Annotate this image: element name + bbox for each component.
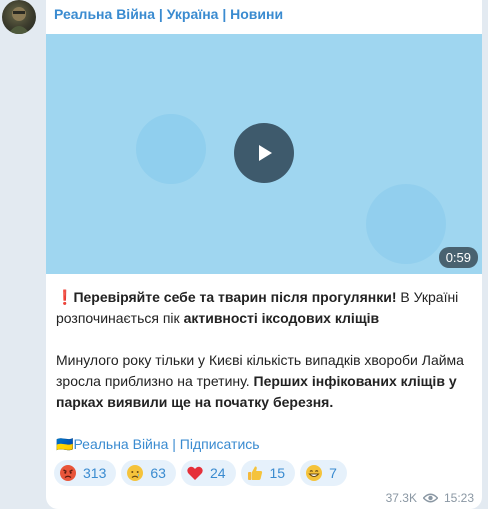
reaction-grinning[interactable]: 7 <box>300 460 347 486</box>
post-headline: Перевіряйте себе та тварин після прогуля… <box>73 289 397 305</box>
post-paragraph-1: ❗Перевіряйте себе та тварин після прогул… <box>56 287 476 329</box>
reaction-thumbs-up[interactable]: 15 <box>240 460 296 486</box>
grinning-face-icon <box>306 465 323 481</box>
subscribe-link[interactable]: Реальна Війна | Підписатись <box>73 436 259 452</box>
reaction-count: 15 <box>269 465 286 481</box>
reaction-crying[interactable]: 63 <box>121 460 176 486</box>
reaction-count: 313 <box>83 465 107 481</box>
thumbs-up-icon <box>247 466 262 480</box>
play-icon <box>259 145 272 161</box>
video-background-shape <box>366 184 446 264</box>
reaction-count: 63 <box>150 465 166 481</box>
video-player[interactable]: 0:59 <box>46 34 482 274</box>
message-time: 15:23 <box>443 491 474 505</box>
post-bold-span: активності іксодових кліщів <box>183 310 380 326</box>
channel-avatar[interactable] <box>2 0 36 34</box>
soldier-avatar-icon <box>8 7 30 34</box>
message-bubble: Реальна Війна | Україна | Новини 0:59 ❗П… <box>46 0 482 509</box>
post-text: ❗Перевіряйте себе та тварин після прогул… <box>56 287 476 455</box>
ukraine-flag-icon: 🇺🇦 <box>56 436 74 452</box>
views-count: 37.3K <box>385 491 417 505</box>
video-duration: 0:59 <box>438 247 478 268</box>
video-background-shape <box>136 114 206 184</box>
exclamation-icon: ❗ <box>56 289 74 305</box>
message-meta: 37.3K 15:23 <box>386 491 474 505</box>
reaction-angry[interactable]: 313 <box>54 460 117 486</box>
eye-icon <box>422 493 438 503</box>
reaction-heart[interactable]: 24 <box>180 460 236 486</box>
reactions-bar: 313 63 24 15 7 <box>54 460 347 486</box>
angry-face-icon <box>60 465 76 481</box>
reaction-count: 24 <box>209 465 226 481</box>
post-footer: 🇺🇦Реальна Війна | Підписатись <box>56 434 476 455</box>
crying-face-icon <box>127 465 144 481</box>
reaction-count: 7 <box>329 465 337 481</box>
channel-title[interactable]: Реальна Війна | Україна | Новини <box>54 6 283 22</box>
post-paragraph-2: Минулого року тільки у Києві кількість в… <box>56 350 476 413</box>
play-button[interactable] <box>234 123 294 183</box>
red-heart-icon <box>187 466 203 480</box>
